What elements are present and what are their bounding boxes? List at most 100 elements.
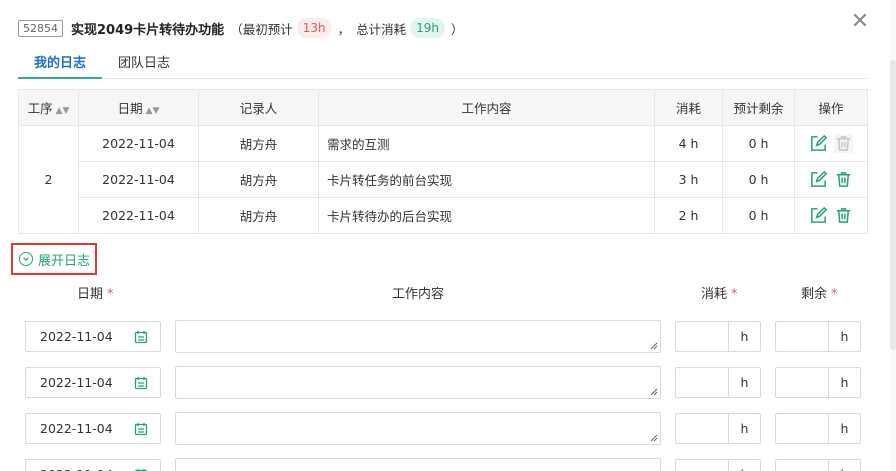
- column-header-remaining: 预计剩余: [722, 89, 795, 126]
- remaining-hours-input[interactable]: h: [775, 459, 861, 471]
- recorder-cell: 胡方舟: [198, 197, 319, 234]
- work-content-textarea[interactable]: [175, 412, 661, 445]
- date-value: 2022-11-04: [40, 375, 113, 390]
- remaining-hours-input[interactable]: h: [775, 413, 861, 444]
- date-value: 2022-11-04: [40, 421, 113, 436]
- column-header-recorder: 记录人: [198, 89, 319, 126]
- resize-grip-icon[interactable]: [650, 388, 658, 396]
- unit-label: h: [828, 414, 860, 443]
- close-icon[interactable]: ✕: [850, 11, 870, 33]
- log-entry-row: 2022-11-04 h h: [0, 366, 896, 399]
- actions-cell: [794, 197, 868, 234]
- task-meta: （最初预计 13h ， 总计消耗 19h ）: [230, 18, 464, 38]
- log-entry-row: 2022-11-04 h h: [0, 458, 896, 471]
- form-header-spent: 消耗 *: [701, 287, 738, 302]
- edit-icon[interactable]: [809, 170, 828, 189]
- task-title: 实现2049卡片转待办功能: [71, 22, 225, 38]
- process-cell: 2: [18, 125, 79, 234]
- total-spent-label: 总计消耗: [356, 21, 407, 37]
- date-picker[interactable]: 2022-11-04: [25, 459, 161, 471]
- unit-label: h: [828, 322, 860, 351]
- date-picker[interactable]: 2022-11-04: [25, 321, 161, 352]
- close-paren: ）: [450, 21, 464, 37]
- date-value: 2022-11-04: [40, 329, 113, 344]
- date-picker[interactable]: 2022-11-04: [25, 367, 161, 398]
- form-header-content: 工作内容: [392, 287, 445, 302]
- resize-grip-icon[interactable]: [650, 342, 658, 350]
- column-header-actions: 操作: [794, 89, 868, 126]
- remaining-cell: 0 h: [722, 161, 795, 198]
- initial-estimate-value: 13h: [296, 18, 332, 38]
- remaining-hours-input[interactable]: h: [775, 367, 861, 398]
- separator: ，: [337, 21, 351, 37]
- spent-cell: 2 h: [654, 197, 723, 234]
- task-id-badge: 52854: [18, 19, 63, 37]
- tab-team-log[interactable]: 团队日志: [102, 52, 186, 79]
- scrollbar[interactable]: [890, 0, 896, 471]
- content-cell: 卡片转待办的后台实现: [318, 197, 655, 234]
- spent-hours-input[interactable]: h: [675, 321, 761, 352]
- actions-cell: [794, 125, 868, 162]
- column-header-process[interactable]: 工序 ▲▼: [18, 89, 79, 126]
- spent-hours-input[interactable]: h: [675, 459, 761, 471]
- spent-hours-input[interactable]: h: [675, 413, 761, 444]
- delete-icon[interactable]: [834, 170, 853, 189]
- unit-label: h: [728, 368, 760, 397]
- required-mark: *: [107, 287, 114, 302]
- spent-cell: 3 h: [654, 161, 723, 198]
- recorder-cell: 胡方舟: [198, 161, 319, 198]
- calendar-icon[interactable]: [134, 422, 148, 436]
- spent-hours-input[interactable]: h: [675, 367, 761, 398]
- initial-estimate-label: （最初预计: [230, 21, 293, 37]
- form-header-remaining: 剩余 *: [801, 287, 838, 302]
- calendar-icon[interactable]: [134, 330, 148, 344]
- calendar-icon[interactable]: [134, 376, 148, 390]
- column-header-spent: 消耗: [654, 89, 723, 126]
- unit-label: h: [828, 460, 860, 471]
- expand-log-button[interactable]: 展开日志: [11, 243, 97, 275]
- remaining-cell: 0 h: [722, 197, 795, 234]
- work-content-textarea[interactable]: [175, 366, 661, 399]
- total-spent-value: 19h: [410, 18, 445, 38]
- dialog-header: 52854 实现2049卡片转待办功能 （最初预计 13h ， 总计消耗 19h…: [18, 17, 464, 39]
- edit-icon[interactable]: [809, 134, 828, 153]
- delete-icon[interactable]: [834, 206, 853, 225]
- date-cell: 2022-11-04: [78, 197, 199, 234]
- actions-cell: [794, 161, 868, 198]
- log-table: 工序 ▲▼ 日期 ▲▼ 记录人 工作内容 消耗 预计剩余 操作 2 2022-11-…: [18, 89, 868, 234]
- remaining-hours-input[interactable]: h: [775, 321, 861, 352]
- unit-label: h: [728, 322, 760, 351]
- required-mark: *: [731, 287, 738, 302]
- table-header-row: 工序 ▲▼ 日期 ▲▼ 记录人 工作内容 消耗 预计剩余 操作: [18, 89, 868, 126]
- table-row: 2 2022-11-04 胡方舟 需求的互测 4 h 0 h: [18, 125, 868, 234]
- table-row: 2022-11-04 胡方舟 卡片转待办的后台实现 2 h 0 h: [19, 197, 868, 234]
- expand-log-label: 展开日志: [38, 253, 91, 269]
- tab-my-log[interactable]: 我的日志: [18, 52, 103, 79]
- sort-icon[interactable]: ▲▼: [146, 106, 160, 116]
- resize-grip-icon[interactable]: [650, 434, 658, 442]
- unit-label: h: [828, 368, 860, 397]
- work-content-textarea[interactable]: [175, 458, 661, 471]
- unit-label: h: [728, 460, 760, 471]
- date-cell: 2022-11-04: [78, 125, 199, 162]
- unit-label: h: [728, 414, 760, 443]
- spent-cell: 4 h: [654, 125, 723, 162]
- chevron-down-icon: [19, 252, 33, 266]
- log-tabs: 我的日志 团队日志: [18, 52, 867, 79]
- content-cell: 需求的互测: [318, 125, 655, 162]
- log-entry-row: 2022-11-04 h h: [0, 320, 896, 353]
- sort-icon[interactable]: ▲▼: [56, 106, 70, 116]
- date-picker[interactable]: 2022-11-04: [25, 413, 161, 444]
- date-value: 2022-11-04: [40, 467, 113, 471]
- table-row: 2022-11-04 胡方舟 卡片转任务的前台实现 3 h 0 h: [19, 161, 868, 198]
- required-mark: *: [831, 287, 838, 302]
- column-header-content: 工作内容: [318, 89, 655, 126]
- work-content-textarea[interactable]: [175, 320, 661, 353]
- form-header-date: 日期 *: [77, 287, 114, 302]
- column-header-date[interactable]: 日期 ▲▼: [78, 89, 199, 126]
- content-cell: 卡片转任务的前台实现: [318, 161, 655, 198]
- recorder-cell: 胡方舟: [198, 125, 319, 162]
- scrollbar-thumb[interactable]: [890, 60, 896, 350]
- edit-icon[interactable]: [809, 206, 828, 225]
- delete-icon: [834, 134, 853, 153]
